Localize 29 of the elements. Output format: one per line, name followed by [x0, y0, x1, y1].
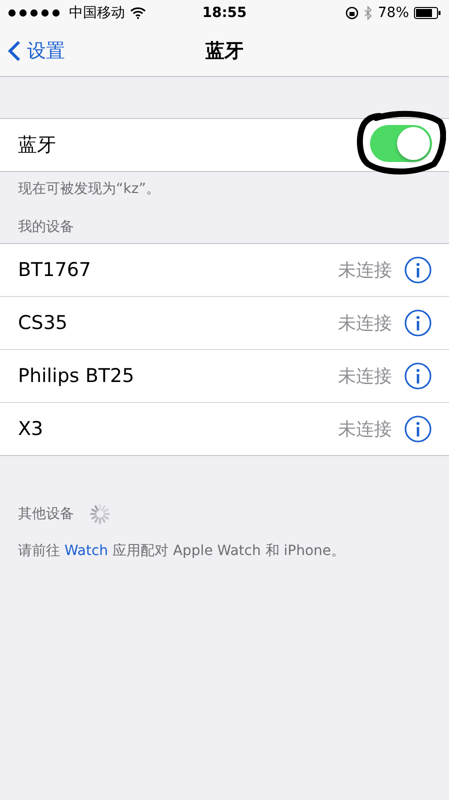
back-button[interactable]: 设置 — [0, 38, 73, 64]
connection-status: 未连接 — [338, 418, 392, 441]
bluetooth-toggle[interactable] — [370, 124, 432, 162]
page-title: 蓝牙 — [206, 40, 244, 62]
device-name: Philips BT25 — [18, 365, 136, 387]
connection-status: 未连接 — [338, 259, 392, 282]
pairing-note: 请前往 Watch 应用配对 Apple Watch 和 iPhone。 — [17, 542, 346, 561]
info-button[interactable] — [404, 256, 432, 284]
connection-status: 未连接 — [338, 312, 392, 335]
section-header: 我的设备 — [18, 218, 74, 236]
device-name: X3 — [18, 418, 44, 440]
connection-status: 未连接 — [338, 365, 392, 388]
wifi-icon — [130, 7, 146, 19]
carrier-name: 中国移动 — [69, 4, 125, 22]
device-name: CS35 — [18, 312, 69, 334]
section-header: 其他设备 — [18, 505, 74, 523]
watch-link[interactable]: Watch — [64, 543, 108, 559]
info-button[interactable] — [404, 415, 432, 443]
info-button[interactable] — [404, 362, 432, 390]
setting-label: 蓝牙 — [18, 133, 57, 158]
info-button[interactable] — [404, 309, 432, 337]
bluetooth-icon — [364, 6, 373, 20]
chevron-left-icon — [8, 40, 21, 62]
device-name: BT1767 — [18, 259, 92, 281]
battery-percent: 78% — [378, 5, 410, 21]
clock-time: 18:55 — [202, 5, 247, 21]
rotation-lock-icon — [344, 6, 359, 20]
battery-icon — [414, 7, 442, 19]
discoverable-note: 现在可被发现为“kz”。 — [17, 180, 161, 199]
